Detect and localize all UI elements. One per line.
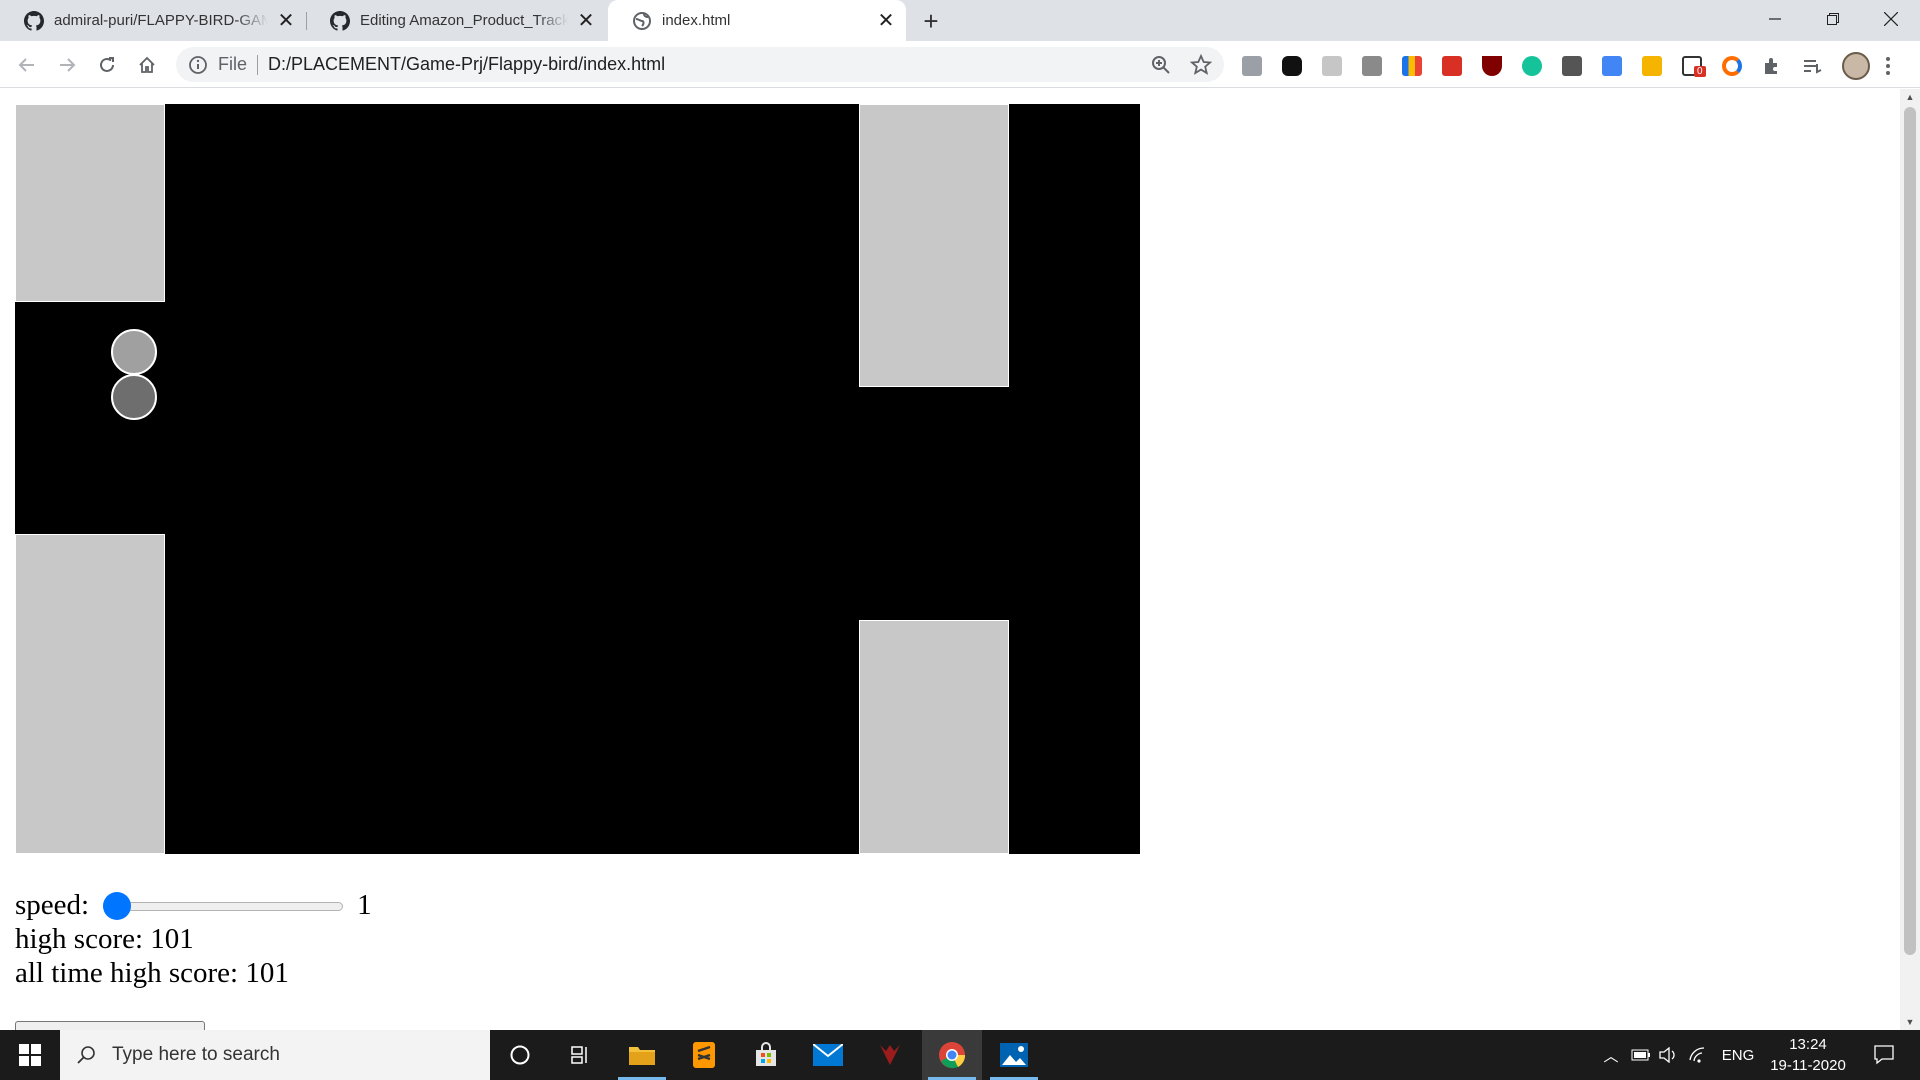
chrome-icon[interactable] xyxy=(922,1030,982,1080)
extension-icon[interactable] xyxy=(1402,56,1422,76)
speed-label: speed: xyxy=(15,889,90,921)
back-icon[interactable] xyxy=(12,50,42,80)
checkbox-extension-icon[interactable]: 0 xyxy=(1682,56,1706,77)
divider xyxy=(257,54,259,75)
close-tab-icon[interactable]: ✕ xyxy=(574,9,598,33)
notifications-icon[interactable] xyxy=(1864,1030,1904,1080)
windows-taskbar: Type here to search ︿ ENG 13:24 19-11-20… xyxy=(0,1030,1920,1080)
bookmark-star-icon[interactable] xyxy=(1190,54,1212,76)
speed-slider[interactable] xyxy=(103,891,344,920)
search-icon xyxy=(77,1046,95,1064)
tab-index-html[interactable]: index.html ✕ xyxy=(608,0,906,41)
game-canvas[interactable] xyxy=(15,104,1140,854)
taskbar-search-box[interactable]: Type here to search xyxy=(60,1030,490,1080)
task-view-icon[interactable] xyxy=(550,1030,610,1080)
pipe-top xyxy=(15,104,165,302)
close-tab-icon[interactable]: ✕ xyxy=(274,9,298,33)
show-hidden-icons-icon[interactable]: ︿ xyxy=(1598,1030,1624,1080)
globe-icon xyxy=(633,11,651,30)
extension-icon[interactable] xyxy=(1322,56,1342,76)
tab-title: admiral-puri/FLAPPY-BIRD-GAME xyxy=(54,12,268,29)
clock-time: 13:24 xyxy=(1789,1036,1827,1053)
speed-row: speed: 1 xyxy=(15,889,372,922)
address-bar[interactable]: File D:/PLACEMENT/Game-Prj/Flappy-bird/i… xyxy=(176,47,1224,82)
tab-title: index.html xyxy=(662,12,731,29)
battery-icon[interactable] xyxy=(1628,1030,1654,1080)
predator-icon[interactable] xyxy=(860,1030,920,1080)
avatar[interactable] xyxy=(1842,52,1870,80)
reading-list-icon[interactable] xyxy=(1802,56,1822,76)
new-tab-button[interactable]: + xyxy=(916,6,946,36)
github-icon xyxy=(24,10,44,31)
vertical-scrollbar[interactable]: ▲ ▼ xyxy=(1900,89,1920,1030)
forward-icon[interactable] xyxy=(52,50,82,80)
extension-icon[interactable] xyxy=(1642,56,1662,76)
extension-badge: 0 xyxy=(1694,66,1706,77)
all-time-high-score: all time high score: 101 xyxy=(15,957,289,989)
github-icon xyxy=(330,10,350,31)
sublime-text-icon[interactable] xyxy=(674,1030,734,1080)
store-icon[interactable] xyxy=(736,1030,796,1080)
extension-icon[interactable] xyxy=(1242,56,1262,76)
url-text[interactable]: D:/PLACEMENT/Game-Prj/Flappy-bird/index.… xyxy=(268,54,665,75)
tab-title: Editing Amazon_Product_Tracker/ xyxy=(360,12,568,29)
high-score: high score: 101 xyxy=(15,923,194,955)
wifi-icon[interactable] xyxy=(1686,1030,1712,1080)
extension-icon[interactable] xyxy=(1362,56,1382,76)
scroll-up-icon[interactable]: ▲ xyxy=(1900,89,1920,105)
slider-track xyxy=(103,901,344,911)
pipe-bottom xyxy=(15,534,165,854)
grammarly-icon[interactable] xyxy=(1522,56,1542,76)
info-icon[interactable] xyxy=(188,55,208,75)
tab-editing-amazon[interactable]: Editing Amazon_Product_Tracker/ ✕ xyxy=(306,0,606,41)
volume-icon[interactable] xyxy=(1656,1030,1682,1080)
browser-toolbar: File D:/PLACEMENT/Game-Prj/Flappy-bird/i… xyxy=(0,41,1920,88)
cortana-icon[interactable] xyxy=(490,1030,550,1080)
home-icon[interactable] xyxy=(132,50,162,80)
reload-icon[interactable] xyxy=(92,50,122,80)
language-indicator[interactable]: ENG xyxy=(1718,1030,1758,1080)
restore-icon[interactable] xyxy=(1804,0,1862,38)
menu-kebab-icon[interactable] xyxy=(1884,56,1892,76)
windows-start-icon[interactable] xyxy=(0,1030,60,1080)
pipe-bottom xyxy=(859,620,1009,854)
photos-icon[interactable] xyxy=(984,1030,1044,1080)
translate-icon[interactable] xyxy=(1602,56,1622,76)
puzzle-icon[interactable] xyxy=(1762,56,1782,76)
file-explorer-icon[interactable] xyxy=(612,1030,672,1080)
speed-value: 1 xyxy=(357,889,372,921)
slider-thumb[interactable] xyxy=(103,891,132,920)
pipe-top xyxy=(859,104,1009,387)
close-window-icon[interactable] xyxy=(1862,0,1920,38)
minimize-icon[interactable] xyxy=(1746,0,1804,38)
bird-head xyxy=(111,329,157,375)
search-placeholder: Type here to search xyxy=(112,1044,280,1065)
ublock-icon[interactable] xyxy=(1482,56,1502,76)
extension-icon[interactable] xyxy=(1442,56,1462,76)
extension-icon[interactable] xyxy=(1722,56,1742,76)
extension-icon[interactable] xyxy=(1282,56,1302,76)
scroll-down-icon[interactable]: ▼ xyxy=(1900,1014,1920,1030)
clock-date: 19-11-2020 xyxy=(1770,1057,1846,1074)
page-content: speed: 1 high score: 101 all time high s… xyxy=(0,89,1900,1030)
game-button[interactable] xyxy=(15,1021,205,1030)
scrollbar-thumb[interactable] xyxy=(1904,107,1916,955)
zoom-icon[interactable] xyxy=(1150,54,1172,76)
close-tab-icon[interactable]: ✕ xyxy=(874,9,898,33)
tab-github-flappy[interactable]: admiral-puri/FLAPPY-BIRD-GAME ✕ xyxy=(0,0,306,41)
scheme-label: File xyxy=(218,54,248,74)
mail-icon[interactable] xyxy=(798,1030,858,1080)
facebook-icon[interactable] xyxy=(1562,56,1582,76)
tab-strip: admiral-puri/FLAPPY-BIRD-GAME ✕ Editing … xyxy=(0,0,1920,41)
bird-body xyxy=(111,374,157,420)
clock[interactable]: 13:24 19-11-2020 xyxy=(1760,1034,1856,1076)
